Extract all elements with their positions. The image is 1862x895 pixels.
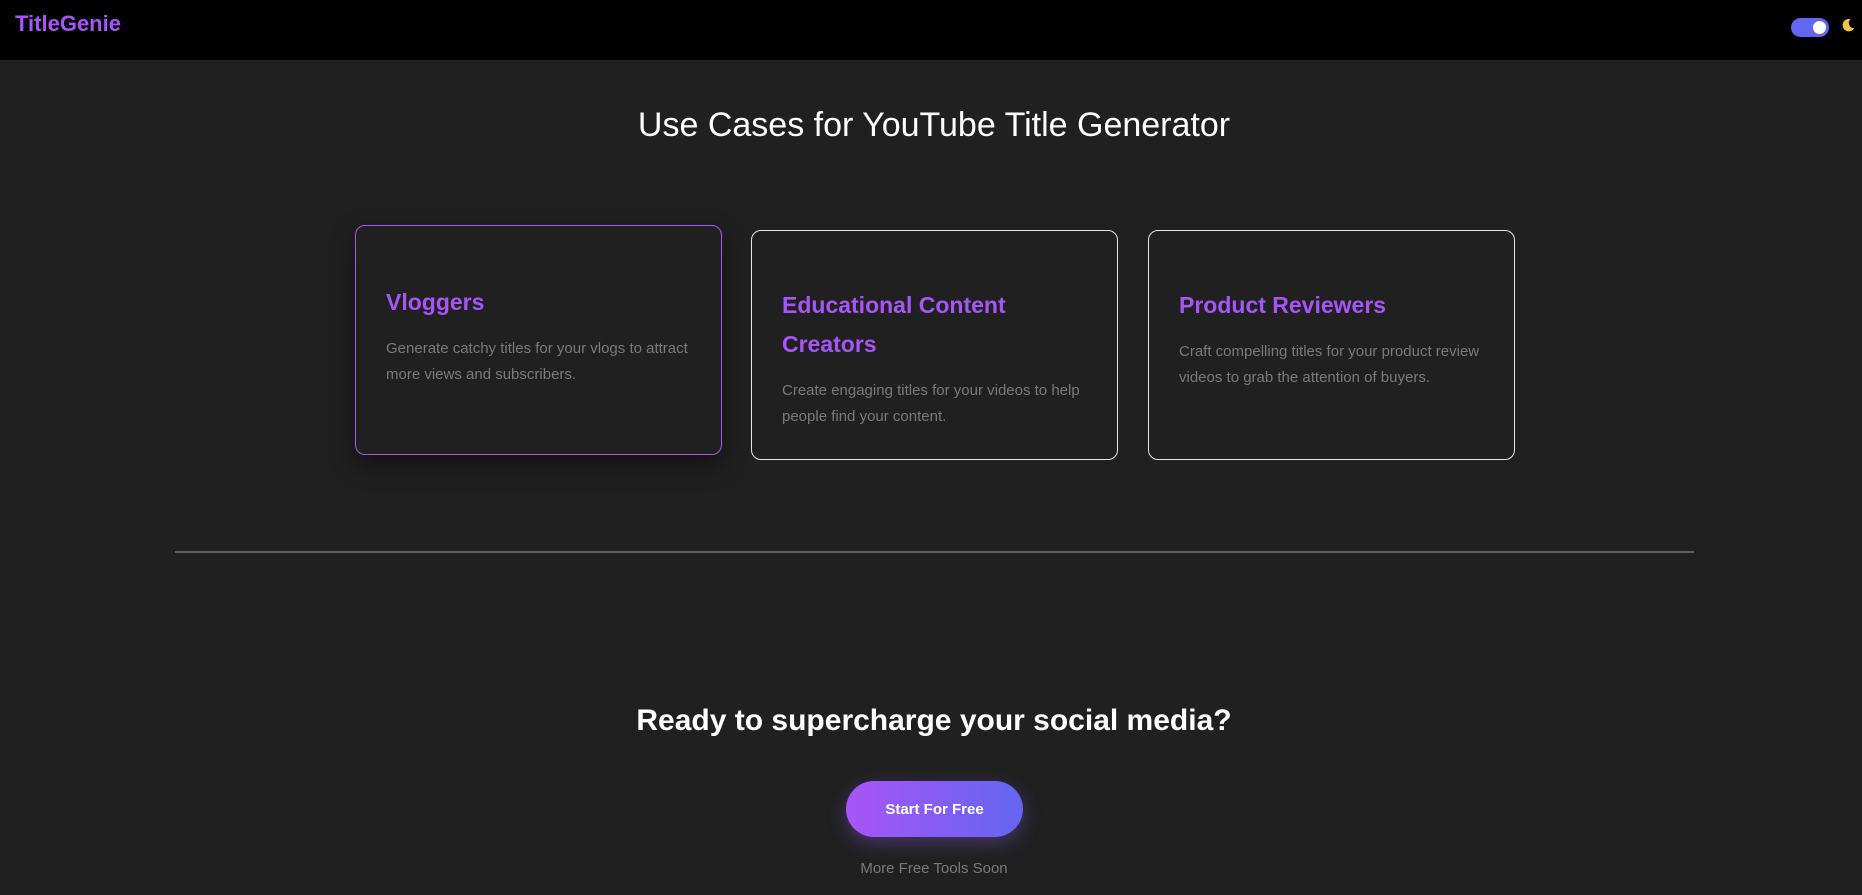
logo[interactable]: TitleGenie	[15, 11, 121, 37]
cta-title: Ready to supercharge your social media?	[636, 704, 1232, 737]
card-description: Generate catchy titles for your vlogs to…	[386, 340, 688, 383]
card-title: Vloggers	[386, 289, 485, 315]
use-case-card-product-reviewers[interactable]: Product Reviewers Craft compelling title…	[1148, 230, 1515, 460]
use-case-card-vloggers[interactable]: Vloggers Generate catchy titles for your…	[355, 225, 722, 455]
card-title: Educational Content Creators	[782, 292, 1006, 357]
theme-toggle[interactable]	[1791, 18, 1829, 37]
card-description: Craft compelling titles for your product…	[1179, 343, 1480, 386]
card-description: Create engaging titles for your videos t…	[782, 382, 1080, 425]
toggle-knob	[1813, 21, 1826, 34]
card-title: Product Reviewers	[1179, 292, 1387, 318]
navbar: TitleGenie	[0, 0, 1862, 60]
moon-icon	[1842, 18, 1855, 32]
use-cases-title: Use Cases for YouTube Title Generator	[637, 106, 1231, 144]
start-for-free-button[interactable]: Start For Free	[846, 781, 1023, 837]
use-case-card-educational[interactable]: Educational Content Creators Create enga…	[751, 230, 1118, 460]
section-divider	[175, 551, 1694, 553]
more-tools-text: More Free Tools Soon	[860, 860, 1008, 877]
